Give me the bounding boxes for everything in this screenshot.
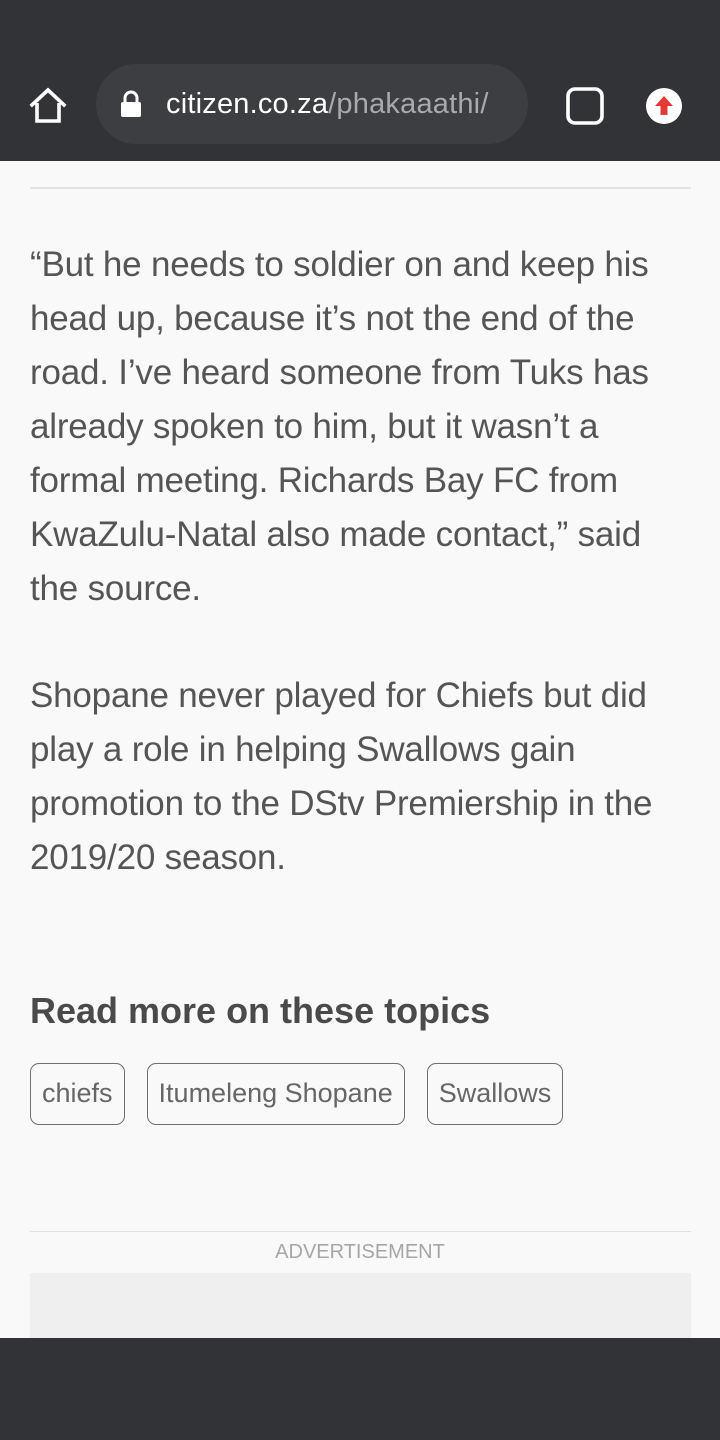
lock-icon [118,90,144,118]
url-domain: citizen.co.za [166,88,329,120]
tab-switcher-icon[interactable] [563,84,607,128]
tag-chiefs[interactable]: chiefs [30,1063,125,1125]
divider [30,187,691,189]
url-text: citizen.co.za/phakaaathi/ [166,86,489,122]
tag-itumeleng-shopane[interactable]: Itumeleng Shopane [146,1063,405,1125]
divider [30,1231,691,1232]
update-available-icon[interactable] [644,86,684,126]
tag-swallows[interactable]: Swallows [426,1063,564,1125]
article-content: “But he needs to soldier on and keep his… [0,161,720,1338]
article-paragraph: “But he needs to soldier on and keep his… [30,245,649,608]
advertisement-slot [30,1273,691,1338]
system-navigation-bar [0,1338,720,1440]
topic-tags: chiefs Itumeleng Shopane Swallows [30,1063,564,1125]
advertisement-label: ADVERTISEMENT [275,1241,445,1263]
browser-toolbar: citizen.co.za/phakaaathi/ [0,0,720,161]
home-icon[interactable] [26,84,70,128]
article-paragraph: Shopane never played for Chiefs but did … [30,676,653,877]
topics-heading: Read more on these topics [30,990,491,1031]
address-bar[interactable]: citizen.co.za/phakaaathi/ [96,64,528,144]
url-path: /phakaaathi/ [328,88,489,120]
